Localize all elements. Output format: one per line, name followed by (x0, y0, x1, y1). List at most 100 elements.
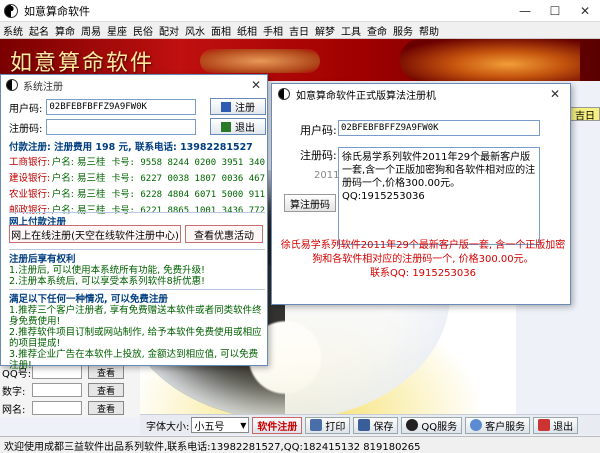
payee-name: 户名: 易三桂 (51, 157, 106, 168)
exit-icon (221, 121, 231, 132)
tiger-image (400, 39, 580, 81)
free-item: 2.推荐软件项目订制或网站制作, 给予本软件免费使用或相应的项目提成! (9, 327, 262, 349)
customer-service-label: 客户服务 (485, 421, 526, 433)
menu-item[interactable]: 起名 (26, 23, 52, 38)
minimize-icon[interactable]: — (510, 0, 540, 22)
save-button[interactable]: 保存 (353, 416, 399, 434)
rights-header: 注册后享有权利 (9, 254, 76, 265)
menu-item[interactable]: 解梦 (312, 23, 338, 38)
qq-service-button[interactable]: QQ服务 (401, 416, 463, 434)
customer-service-button[interactable]: 客户服务 (465, 416, 531, 434)
nickname-lookup-button[interactable]: 查看 (88, 401, 124, 415)
dialog-title: 如意算命软件正式版算法注册机 (296, 90, 436, 102)
date-fragment[interactable]: 吉日 (570, 107, 600, 122)
bank-name: 农业银行: (9, 189, 51, 200)
user-code-label: 用户码: (9, 103, 43, 115)
chevron-down-icon: ▼ (240, 420, 247, 430)
penguin-icon (406, 419, 419, 431)
close-icon[interactable]: ✕ (544, 84, 566, 104)
year-label: 2011 (314, 170, 340, 181)
menu-item[interactable]: 周易 (78, 23, 104, 38)
generate-code-button[interactable]: 算注册码 (284, 194, 336, 212)
banner-ornament (200, 49, 320, 73)
reg-code-label: 注册码: (9, 123, 43, 135)
window-title: 如意算命软件 (24, 4, 90, 18)
exit-icon (538, 419, 551, 431)
print-label: 打印 (325, 421, 346, 433)
exit-button[interactable]: 退出 (210, 118, 266, 135)
main-titlebar: 如意算命软件 — ☐ ✕ (0, 0, 600, 22)
nickname-input[interactable] (32, 401, 82, 415)
yin-yang-icon (278, 88, 290, 100)
yin-yang-icon (6, 79, 18, 91)
card-number: 卡号: 6227 0038 1807 0036 467 (111, 173, 265, 184)
register-label: 注册 (235, 103, 255, 114)
bank-name: 建设银行: (9, 173, 51, 184)
pay-section: 付款注册: 注册费用 198 元, 联系电话: 13982281527 工商银行… (9, 139, 265, 217)
bank-row: 农业银行: 户名: 易三桂 卡号: 6228 4804 6071 5000 911 (9, 185, 265, 201)
rights-section: 注册后享有权利 1.注册后, 可以使用本系统所有功能, 免费升级! 2.注册本系… (9, 249, 265, 287)
menu-item[interactable]: 手相 (260, 23, 286, 38)
menu-item[interactable]: 系统 (0, 23, 26, 38)
menu-item[interactable]: 帮助 (416, 23, 442, 38)
free-header: 满足以下任何一种情况, 可以免费注册 (9, 294, 168, 305)
menu-item[interactable]: 吉日 (286, 23, 312, 38)
menubar: 系统 起名 算命 周易 星座 民俗 配对 风水 面相 纸相 手相 吉日 解梦 工具 查命 服务 帮助 (0, 22, 600, 39)
close-icon[interactable]: ✕ (245, 75, 267, 95)
status-bar: 欢迎使用成都三益软件出品系列软件,联系电话:13982281527,QQ:182… (0, 436, 600, 453)
close-icon[interactable]: ✕ (570, 0, 600, 22)
register-icon (221, 101, 231, 112)
number-lookup-button[interactable]: 查看 (88, 383, 124, 397)
save-label: 保存 (373, 421, 394, 433)
menu-item[interactable]: 服务 (390, 23, 416, 38)
bank-row: 工商银行: 户名: 易三桂 卡号: 9558 8244 0200 3951 340 (9, 153, 265, 169)
user-code-field: 用户码: 02BFEBFBFFZ9A9FW0K (9, 99, 197, 115)
menu-item[interactable]: 纸相 (234, 23, 260, 38)
menu-item[interactable]: 工具 (338, 23, 364, 38)
user-code-input[interactable]: 02BFEBFBFFZ9A9FW0K (338, 120, 540, 136)
advert-body: 徐氏易学系列软件2011年29个最新客户版一套, 含一个正版加密狗和各软件相对应… (280, 240, 566, 265)
card-number: 卡号: 6228 4804 6071 5000 911 (111, 189, 265, 200)
promo-button[interactable]: 查看优惠活动 (185, 225, 263, 243)
reg-code-output[interactable]: 徐氏易学系列软件2011年29个最新客户版一套,含一个正版加密狗和各软件相对应的… (338, 147, 540, 245)
maximize-icon[interactable]: ☐ (540, 0, 570, 22)
dialog-title: 系统注册 (23, 81, 63, 93)
bottom-toolbar: 字体大小: 小五号 ▼ 软件注册 打印 保存 QQ服务 客户服务 退出 (140, 414, 600, 435)
payee-name: 户名: 易三桂 (51, 189, 106, 200)
menu-item[interactable]: 民俗 (130, 23, 156, 38)
register-button[interactable]: 注册 (210, 98, 266, 115)
menu-item[interactable]: 算命 (52, 23, 78, 38)
reg-code-input[interactable] (46, 119, 197, 135)
font-size-value: 小五号 (194, 421, 225, 433)
menu-item[interactable]: 面相 (208, 23, 234, 38)
user-code-input[interactable]: 02BFEBFBFFZ9A9FW0K (46, 99, 197, 115)
dialog-titlebar: 系统注册 (1, 75, 267, 95)
user-code-label: 用户码: (300, 124, 337, 137)
print-button[interactable]: 打印 (305, 416, 351, 434)
lookup-row-number: 数字: 查看 (2, 382, 138, 398)
number-input[interactable] (32, 383, 82, 397)
dialog-titlebar: 如意算命软件正式版算法注册机 (272, 84, 570, 104)
online-register-button[interactable]: 网上在线注册(天空在线软件注册中心) (9, 225, 181, 243)
lookup-label: 数字: (2, 386, 26, 398)
bank-name: 工商银行: (9, 157, 51, 168)
menu-item[interactable]: 星座 (104, 23, 130, 38)
person-icon (470, 419, 483, 431)
lookup-row-nickname: 网名: 查看 (2, 400, 138, 416)
payee-name: 户名: 易三桂 (51, 173, 106, 184)
bank-list: 工商银行: 户名: 易三桂 卡号: 9558 8244 0200 3951 340 建… (9, 153, 265, 217)
lookup-label: 网名: (2, 404, 26, 416)
menu-item[interactable]: 风水 (182, 23, 208, 38)
software-register-button[interactable]: 软件注册 (252, 416, 303, 434)
exit-label: 退出 (553, 421, 574, 433)
menu-item[interactable]: 查命 (364, 23, 390, 38)
rights-item: 2.注册本系统后, 可以享受本系列软件8折优惠! (9, 276, 205, 287)
advert-text: 徐氏易学系列软件2011年29个最新客户版一套, 含一个正版加密狗和各软件相对应… (278, 239, 568, 281)
exit-button[interactable]: 退出 (533, 416, 579, 434)
keygen-dialog: 如意算命软件正式版算法注册机 ✕ 用户码: 02BFEBFBFFZ9A9FW0K… (271, 83, 571, 305)
font-size-select[interactable]: 小五号 ▼ (191, 417, 250, 433)
menu-item[interactable]: 配对 (156, 23, 182, 38)
bank-row: 建设银行: 户名: 易三桂 卡号: 6227 0038 1807 0036 467 (9, 169, 265, 185)
free-section: 满足以下任何一种情况, 可以免费注册 1.推荐三个客户注册者, 享有免费赠送本软… (9, 289, 265, 371)
banner-title: 如意算命软件 (10, 51, 155, 76)
